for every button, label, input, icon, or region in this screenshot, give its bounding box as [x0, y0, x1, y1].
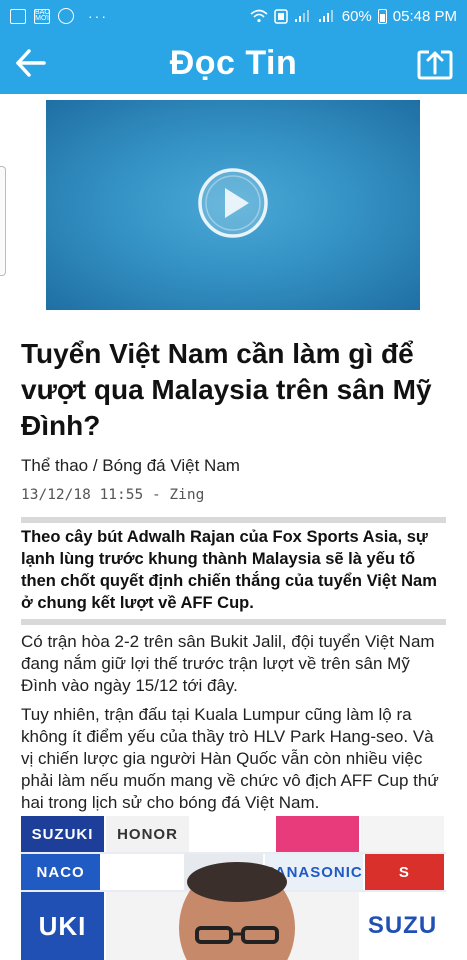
share-button[interactable]: [417, 46, 453, 80]
sponsor-tile: HONOR: [106, 816, 191, 852]
sponsor-tile: S: [364, 854, 446, 890]
sponsor-tile: UKI: [21, 892, 106, 960]
video-player[interactable]: [46, 100, 420, 310]
article-paragraph: Tuy nhiên, trận đấu tại Kuala Lumpur cũn…: [21, 705, 439, 812]
share-out-icon: [417, 50, 453, 80]
sponsor-tile: [361, 816, 446, 852]
data-saver-icon: [274, 8, 288, 24]
battery-percent: 60%: [341, 7, 372, 25]
article-title: Tuyển Việt Nam cần làm gì để vượt qua Ma…: [21, 338, 432, 441]
page-title: Đọc Tin: [169, 43, 298, 82]
article-category[interactable]: Thể thao / Bóng đá Việt Nam: [21, 456, 240, 476]
gallery-icon: [10, 8, 26, 24]
article-meta: 13/12/18 11:55 - Zing: [21, 487, 205, 503]
sponsor-tile: NACO: [21, 854, 103, 890]
back-button[interactable]: [14, 46, 48, 80]
status-bar: BÁO MỚI ··· 60% 05:48 PM: [0, 0, 467, 32]
drawer-handle[interactable]: [0, 166, 6, 276]
more-notifications-icon: ···: [88, 8, 108, 24]
app-bar: Đọc Tin: [0, 32, 467, 94]
signal-icon-1: [294, 10, 309, 22]
person-silhouette: [179, 862, 295, 960]
sponsor-tile: [276, 816, 361, 852]
signal-icon-2: [318, 10, 333, 22]
play-icon[interactable]: [198, 168, 268, 238]
sponsor-tile: [191, 816, 276, 852]
news-app-icon: BÁO MỚI: [34, 8, 50, 24]
sponsor-board-row: SUZUKI HONOR: [21, 816, 446, 852]
divider-top: [21, 517, 446, 523]
battery-icon: [377, 8, 387, 24]
article-photo: SUZUKI HONOR NACO PANASONIC S UKI SUZU: [21, 816, 446, 960]
article-summary: Theo cây bút Adwalh Rajan của Fox Sports…: [21, 528, 437, 612]
sponsor-tile: SUZUKI: [21, 816, 106, 852]
divider-bottom: [21, 619, 446, 625]
article-paragraph: Có trận hòa 2-2 trên sân Bukit Jalil, độ…: [21, 632, 435, 695]
clock: 05:48 PM: [392, 7, 457, 25]
sponsor-tile: SUZU: [361, 892, 446, 960]
messenger-icon: [58, 8, 74, 24]
wifi-icon: [250, 9, 268, 23]
arrow-left-icon: [16, 49, 46, 77]
